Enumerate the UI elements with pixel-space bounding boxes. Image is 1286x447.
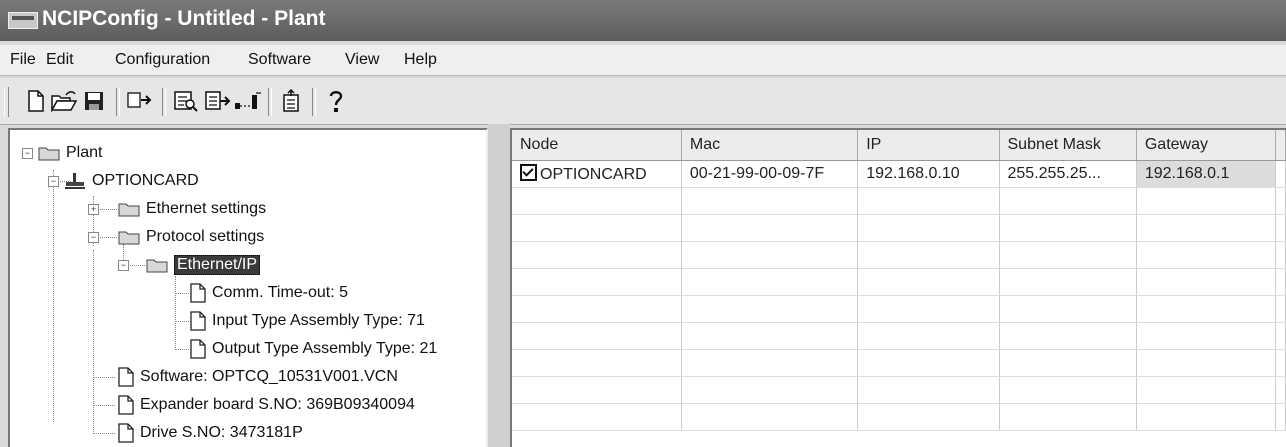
folder-icon [118, 203, 140, 217]
window-title: NCIPConfig - Untitled - Plant [42, 7, 326, 30]
table-row[interactable]: OPTIONCARD 00-21-99-00-09-7F 192.168.0.1… [512, 160, 1286, 188]
tree-node-output-type[interactable]: Output Type Assembly Type: 21 [190, 336, 437, 362]
menu-help[interactable]: Help [404, 51, 437, 69]
download-icon[interactable] [204, 86, 232, 116]
table-row-empty [512, 322, 1286, 350]
collapse-protocol-settings-toggle[interactable]: − [88, 232, 99, 243]
column-header-filler [1275, 130, 1286, 161]
node-table: Node Mac IP Subnet Mask Gateway OPTIONCA… [512, 130, 1286, 431]
toolbar-grip[interactable] [4, 87, 9, 117]
table-row-empty [512, 187, 1286, 215]
expand-ethernet-settings-toggle[interactable]: + [88, 204, 99, 215]
column-header-gateway[interactable]: Gateway [1136, 130, 1276, 161]
toolbar [0, 78, 1286, 125]
new-file-icon[interactable] [22, 86, 50, 116]
document-icon [190, 311, 206, 331]
document-icon [118, 395, 134, 415]
cell-ip: 192.168.0.10 [857, 160, 1000, 188]
collapse-plant-toggle[interactable]: − [22, 148, 33, 159]
menu-bar: File Edit Configuration Software View He… [0, 45, 1286, 76]
document-icon [190, 283, 206, 303]
column-header-subnet-mask[interactable]: Subnet Mask [999, 130, 1137, 161]
tree-node-comm-timeout[interactable]: Comm. Time-out: 5 [190, 280, 348, 306]
folder-icon [38, 147, 60, 161]
toolbar-separator [116, 88, 120, 116]
cell-node[interactable]: OPTIONCARD [512, 160, 682, 188]
tree-node-device[interactable]: OPTIONCARD [64, 168, 199, 194]
menu-edit[interactable]: Edit [46, 51, 74, 69]
upload-icon[interactable] [278, 86, 306, 116]
toolbar-separator [312, 88, 316, 116]
menu-configuration[interactable]: Configuration [115, 51, 210, 69]
cell-gateway[interactable]: 192.168.0.1 [1136, 160, 1276, 188]
document-icon [118, 423, 134, 443]
table-row-empty [512, 268, 1286, 296]
table-row-empty [512, 241, 1286, 269]
network-device-icon [65, 173, 85, 189]
tree-node-software[interactable]: Software: OPTCQ_10531V001.VCN [118, 364, 398, 390]
tree-node-protocol-settings[interactable]: Protocol settings [118, 224, 264, 250]
save-icon[interactable] [80, 86, 108, 116]
toolbar-separator [268, 88, 272, 116]
ping-icon[interactable] [234, 86, 262, 116]
tree-node-input-type[interactable]: Input Type Assembly Type: 71 [190, 308, 425, 334]
tree-node-plant[interactable]: Plant [38, 140, 102, 166]
column-header-ip[interactable]: IP [857, 130, 1000, 161]
tree-node-ethernet-settings[interactable]: Ethernet settings [118, 196, 266, 222]
document-icon [190, 339, 206, 359]
tree-node-expander-board[interactable]: Expander board S.NO: 369B09340094 [118, 392, 415, 418]
title-bar: NCIPConfig - Untitled - Plant [0, 0, 1286, 41]
folder-icon [118, 231, 140, 245]
collapse-device-toggle[interactable]: − [48, 176, 59, 187]
splitter[interactable] [488, 124, 510, 447]
table-row-empty [512, 376, 1286, 404]
column-header-mac[interactable]: Mac [681, 130, 859, 161]
about-icon[interactable] [322, 86, 350, 116]
collapse-ethernet-ip-toggle[interactable]: − [118, 260, 129, 271]
cell-filler [1275, 160, 1286, 188]
app-icon [8, 12, 38, 29]
table-row-empty [512, 349, 1286, 377]
tree-node-ethernet-ip[interactable]: Ethernet/IP [146, 252, 261, 278]
menu-file[interactable]: File [10, 51, 36, 69]
tree-node-drive[interactable]: Drive S.NO: 3473181P [118, 420, 303, 446]
menu-software[interactable]: Software [248, 51, 311, 69]
connect-icon[interactable] [126, 86, 154, 116]
open-folder-icon[interactable] [50, 86, 78, 116]
table-header-row: Node Mac IP Subnet Mask Gateway [512, 130, 1286, 161]
toolbar-separator [162, 88, 166, 116]
document-icon [118, 367, 134, 387]
table-row-empty [512, 295, 1286, 323]
menu-view[interactable]: View [345, 51, 379, 69]
cell-mac: 00-21-99-00-09-7F [681, 160, 859, 188]
tree-view: − Plant − OPTIONCARD + Ethernet settings… [8, 128, 488, 447]
table-row-empty [512, 403, 1286, 431]
node-list-view: Node Mac IP Subnet Mask Gateway OPTIONCA… [510, 128, 1286, 447]
table-row-empty [512, 214, 1286, 242]
folder-icon [146, 259, 168, 273]
column-header-node[interactable]: Node [512, 130, 682, 161]
browse-icon[interactable] [172, 86, 200, 116]
node-checkbox[interactable] [520, 164, 537, 181]
cell-subnet-mask: 255.255.25... [999, 160, 1137, 188]
